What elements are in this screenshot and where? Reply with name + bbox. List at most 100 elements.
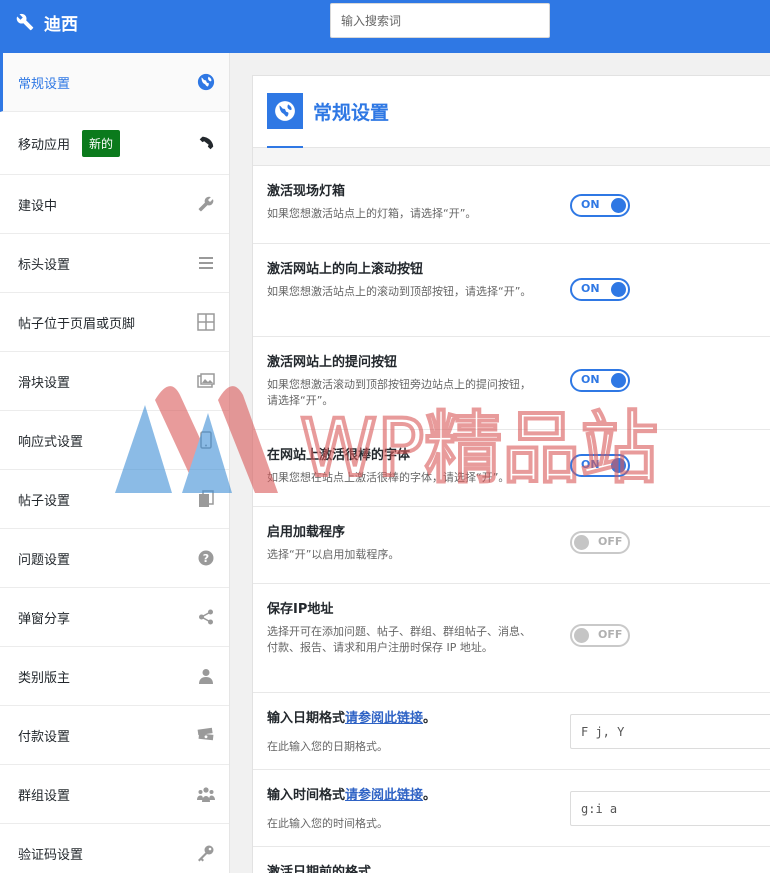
title-underline xyxy=(267,146,303,148)
setting-row-save-ip: 保存IP地址 选择开可在添加问题、帖子、群组、群组帖子、消息、付款、报告、请求和… xyxy=(253,584,770,693)
sidebar-item-label: 类别版主 xyxy=(18,670,71,686)
sidebar-item-label: 验证码设置 xyxy=(18,847,84,863)
share-icon xyxy=(197,608,215,626)
sidebar-item-label: 帖子设置 xyxy=(18,493,71,509)
toggle-knob xyxy=(611,198,626,213)
setting-title-text: 输入日期格式 xyxy=(267,711,346,726)
toggle-knob xyxy=(611,458,626,473)
setting-row-time-format: 输入时间格式请参阅此链接。 在此输入您的时间格式。 xyxy=(253,770,770,847)
globe-icon xyxy=(197,73,215,91)
setting-row-date-ago: 激活日期前的格式 xyxy=(253,847,770,873)
question-icon: ? xyxy=(197,549,215,567)
setting-row-lightbox: 激活现场灯箱 如果您想激活站点上的灯箱，请选择“开”。 ON xyxy=(253,166,770,244)
setting-title: 在网站上激活很棒的字体 xyxy=(267,448,411,463)
lightbox-toggle[interactable]: ON xyxy=(570,194,630,217)
sidebar-item-post-settings[interactable]: 帖子设置 xyxy=(0,470,229,529)
date-format-input[interactable] xyxy=(570,714,770,749)
setting-row-scroll-to-top: 激活网站上的向上滚动按钮 如果您想激活站点上的滚动到顶部按钮，请选择“开”。 O… xyxy=(253,244,770,337)
toggle-knob xyxy=(574,628,589,643)
user-icon xyxy=(197,667,215,685)
setting-description: 在此输入您的日期格式。 xyxy=(267,740,388,753)
setting-description: 选择开可在添加问题、帖子、群组、群组帖子、消息、付款、报告、请求和用户注册时保存… xyxy=(267,625,531,654)
sidebar-item-general[interactable]: 常规设置 xyxy=(0,53,229,112)
sidebar-item-slider-settings[interactable]: 滑块设置 xyxy=(0,352,229,411)
sidebar-item-label: 群组设置 xyxy=(18,788,71,804)
menu-lines-icon xyxy=(197,254,215,272)
setting-row-loader: 启用加载程序 选择“开”以启用加载程序。 OFF xyxy=(253,507,770,584)
brand[interactable]: 迪西 xyxy=(16,10,78,35)
sidebar-item-header-settings[interactable]: 标头设置 xyxy=(0,234,229,293)
sidebar-item-label: 问题设置 xyxy=(18,552,71,568)
svg-text:?: ? xyxy=(203,552,209,565)
wrench-icon xyxy=(197,195,215,213)
save-ip-toggle[interactable]: OFF xyxy=(570,624,630,647)
loader-toggle[interactable]: OFF xyxy=(570,531,630,554)
font-awesome-toggle[interactable]: ON xyxy=(570,454,630,477)
sidebar-item-label: 移动应用 xyxy=(18,137,71,153)
sidebar-item-label: 建设中 xyxy=(18,198,58,214)
sidebar-item-category-moderators[interactable]: 类别版主 xyxy=(0,647,229,706)
grid-icon xyxy=(197,313,215,331)
toggle-label: ON xyxy=(581,458,600,471)
sidebar-item-under-construction[interactable]: 建设中 xyxy=(0,175,229,234)
setting-description: 如果您想激活站点上的滚动到顶部按钮，请选择“开”。 xyxy=(267,285,532,298)
scroll-to-top-toggle[interactable]: ON xyxy=(570,278,630,301)
phone-icon xyxy=(197,134,215,152)
key-icon xyxy=(197,844,215,862)
sidebar-item-captcha-settings[interactable]: 验证码设置 xyxy=(0,824,229,873)
sidebar-item-label: 弹窗分享 xyxy=(18,611,71,627)
sidebar-item-popup-share[interactable]: 弹窗分享 xyxy=(0,588,229,647)
globe-icon xyxy=(267,93,303,129)
toggle-knob xyxy=(611,282,626,297)
sidebar-item-label: 滑块设置 xyxy=(18,375,71,391)
mobile-icon xyxy=(197,431,215,449)
search-input[interactable] xyxy=(330,3,550,38)
docs-link[interactable]: 请参阅此链接 xyxy=(345,788,423,803)
ask-button-toggle[interactable]: ON xyxy=(570,369,630,392)
toggle-knob xyxy=(611,373,626,388)
sidebar-item-label: 付款设置 xyxy=(18,729,71,745)
panel-header: 常规设置 xyxy=(253,76,770,148)
sidebar-item-responsive-settings[interactable]: 响应式设置 xyxy=(0,411,229,470)
docs-link[interactable]: 请参阅此链接 xyxy=(345,711,423,726)
copy-icon xyxy=(197,490,215,508)
toggle-label: ON xyxy=(581,198,600,211)
setting-title-text: 输入时间格式 xyxy=(267,788,346,803)
sidebar-item-question-settings[interactable]: 问题设置 ? xyxy=(0,529,229,588)
section-gap xyxy=(253,148,770,166)
title-suffix: 。 xyxy=(423,711,437,726)
setting-description: 选择“开”以启用加载程序。 xyxy=(267,548,400,561)
group-icon xyxy=(197,785,215,803)
setting-title: 激活网站上的向上滚动按钮 xyxy=(267,262,424,277)
sidebar-item-payment-settings[interactable]: 付款设置 xyxy=(0,706,229,765)
toggle-label: ON xyxy=(581,282,600,295)
sidebar-item-posts-header-footer[interactable]: 帖子位于页眉或页脚 xyxy=(0,293,229,352)
setting-description: 如果您想激活站点上的灯箱，请选择“开”。 xyxy=(267,207,477,220)
page-title: 常规设置 xyxy=(313,102,390,124)
time-format-input[interactable] xyxy=(570,791,770,826)
toggle-label: ON xyxy=(581,373,600,386)
brand-name: 迪西 xyxy=(44,14,78,35)
sidebar-item-label: 常规设置 xyxy=(18,76,71,92)
top-bar: 迪西 xyxy=(0,0,770,53)
sidebar-item-label: 响应式设置 xyxy=(18,434,84,450)
money-icon xyxy=(197,726,215,744)
setting-title: 保存IP地址 xyxy=(267,602,334,617)
wrench-icon xyxy=(16,13,34,31)
setting-description: 如果您想在站点上激活很棒的字体，请选择“开”。 xyxy=(267,471,510,484)
sidebar-item-mobile-app[interactable]: 移动应用 新的 xyxy=(0,112,229,175)
settings-panel: 常规设置 激活现场灯箱 如果您想激活站点上的灯箱，请选择“开”。 ON 激活网站… xyxy=(252,75,770,873)
setting-description: 如果您想激活滚动到顶部按钮旁边站点上的提问按钮，请选择“开”。 xyxy=(267,378,531,407)
sidebar: 常规设置 移动应用 新的 建设中 标头设置 帖子位于页眉或页脚 滑块设置 响应式… xyxy=(0,53,230,873)
setting-title: 启用加载程序 xyxy=(267,525,346,540)
setting-description: 在此输入您的时间格式。 xyxy=(267,817,388,830)
toggle-knob xyxy=(574,535,589,550)
title-suffix: 。 xyxy=(423,788,437,803)
setting-row-date-format: 输入日期格式请参阅此链接。 在此输入您的日期格式。 xyxy=(253,693,770,770)
setting-row-font-awesome: 在网站上激活很棒的字体 如果您想在站点上激活很棒的字体，请选择“开”。 ON xyxy=(253,430,770,507)
toggle-label: OFF xyxy=(598,535,623,548)
sidebar-item-label: 标头设置 xyxy=(18,257,71,273)
new-badge: 新的 xyxy=(82,129,121,157)
sidebar-item-group-settings[interactable]: 群组设置 xyxy=(0,765,229,824)
toggle-label: OFF xyxy=(598,628,623,641)
